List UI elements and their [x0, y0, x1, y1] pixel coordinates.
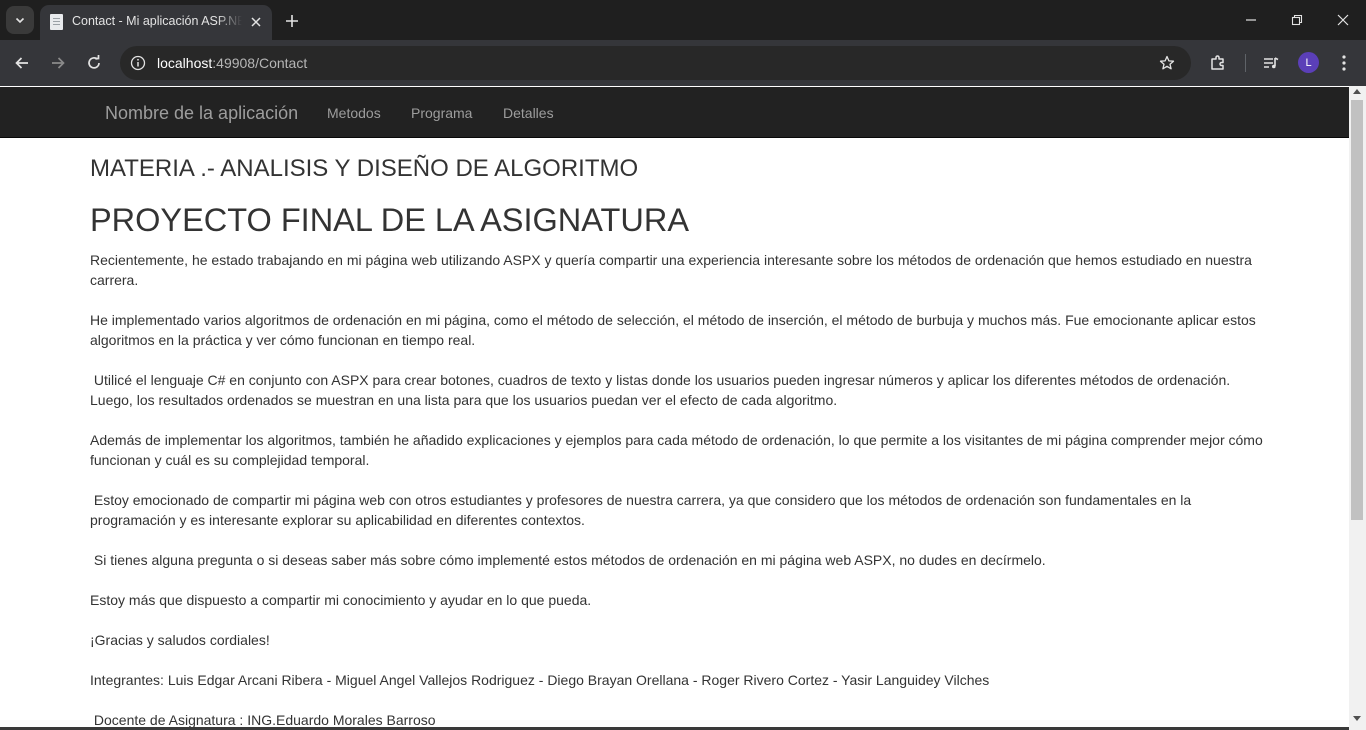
forward-button[interactable]	[46, 51, 70, 75]
paragraph: ¡Gracias y saludos cordiales!	[90, 632, 270, 648]
minimize-icon	[1245, 14, 1257, 26]
scroll-down-arrow-icon[interactable]	[1353, 716, 1361, 721]
scroll-up-arrow-icon[interactable]	[1353, 89, 1361, 94]
subject-heading: MATERIA .- ANALISIS Y DISEÑO DE ALGORITM…	[90, 155, 639, 182]
puzzle-icon	[1209, 54, 1227, 72]
media-control-icon	[1262, 54, 1280, 72]
reload-icon	[86, 55, 102, 71]
kebab-menu-icon	[1341, 54, 1347, 72]
browser-tab-strip: Contact - Mi aplicación ASP.NET	[0, 0, 1366, 40]
arrow-right-icon	[50, 55, 66, 71]
chevron-down-icon	[14, 14, 26, 26]
arrow-left-icon	[14, 55, 30, 71]
browser-menu-button[interactable]	[1332, 51, 1356, 75]
nav-link-detalles[interactable]: Detalles	[503, 105, 554, 121]
browser-tab[interactable]: Contact - Mi aplicación ASP.NET	[40, 5, 272, 40]
plus-icon	[285, 14, 299, 28]
url-text[interactable]: localhost:49908/Contact	[157, 55, 307, 71]
members-paragraph: Integrantes: Luis Edgar Arcani Ribera - …	[90, 672, 990, 688]
scroll-thumb[interactable]	[1351, 100, 1363, 520]
url-path: :49908/Contact	[212, 55, 308, 71]
paragraph: Utilicé el lenguaje C# en conjunto con A…	[90, 372, 1235, 408]
paragraph: Recientemente, he estado trabajando en m…	[90, 252, 1256, 288]
page-title: PROYECTO FINAL DE LA ASIGNATURA	[90, 202, 689, 238]
close-window-button[interactable]	[1331, 8, 1355, 32]
new-tab-button[interactable]	[280, 9, 304, 33]
tab-search-button[interactable]	[6, 6, 34, 34]
paragraph: Además de implementar los algoritmos, ta…	[90, 432, 1267, 468]
nav-link-programa[interactable]: Programa	[411, 105, 472, 121]
minimize-button[interactable]	[1239, 8, 1263, 32]
back-button[interactable]	[10, 51, 34, 75]
tab-title: Contact - Mi aplicación ASP.NET	[72, 14, 242, 28]
paragraph: Estoy emocionado de compartir mi página …	[90, 492, 1196, 528]
site-brand-link[interactable]: Nombre de la aplicación	[105, 103, 298, 124]
paragraph: He implementado varios algoritmos de ord…	[90, 312, 1260, 348]
site-navbar: Nombre de la aplicación Metodos Programa…	[0, 87, 1349, 138]
page-icon	[50, 14, 63, 30]
browser-toolbar: localhost:49908/Contact L	[0, 40, 1366, 86]
address-bar[interactable]: localhost:49908/Contact	[120, 46, 1191, 80]
media-control-button[interactable]	[1259, 51, 1283, 75]
restore-button[interactable]	[1285, 8, 1309, 32]
url-host: localhost	[157, 55, 213, 71]
close-icon	[1337, 14, 1349, 26]
star-icon[interactable]	[1157, 53, 1177, 73]
paragraph: Estoy más que dispuesto a compartir mi c…	[90, 592, 592, 608]
extensions-button[interactable]	[1206, 51, 1230, 75]
close-icon[interactable]	[246, 12, 266, 32]
reload-button[interactable]	[82, 51, 106, 75]
profile-avatar[interactable]: L	[1298, 52, 1319, 73]
info-icon[interactable]	[128, 53, 148, 73]
page-scrollbar[interactable]	[1349, 86, 1366, 730]
toolbar-divider	[1245, 54, 1246, 72]
paragraph: Si tienes alguna pregunta o si deseas sa…	[90, 552, 1046, 568]
nav-link-metodos[interactable]: Metodos	[327, 105, 381, 121]
page-viewport: Nombre de la aplicación Metodos Programa…	[0, 86, 1349, 730]
restore-icon	[1291, 14, 1303, 26]
